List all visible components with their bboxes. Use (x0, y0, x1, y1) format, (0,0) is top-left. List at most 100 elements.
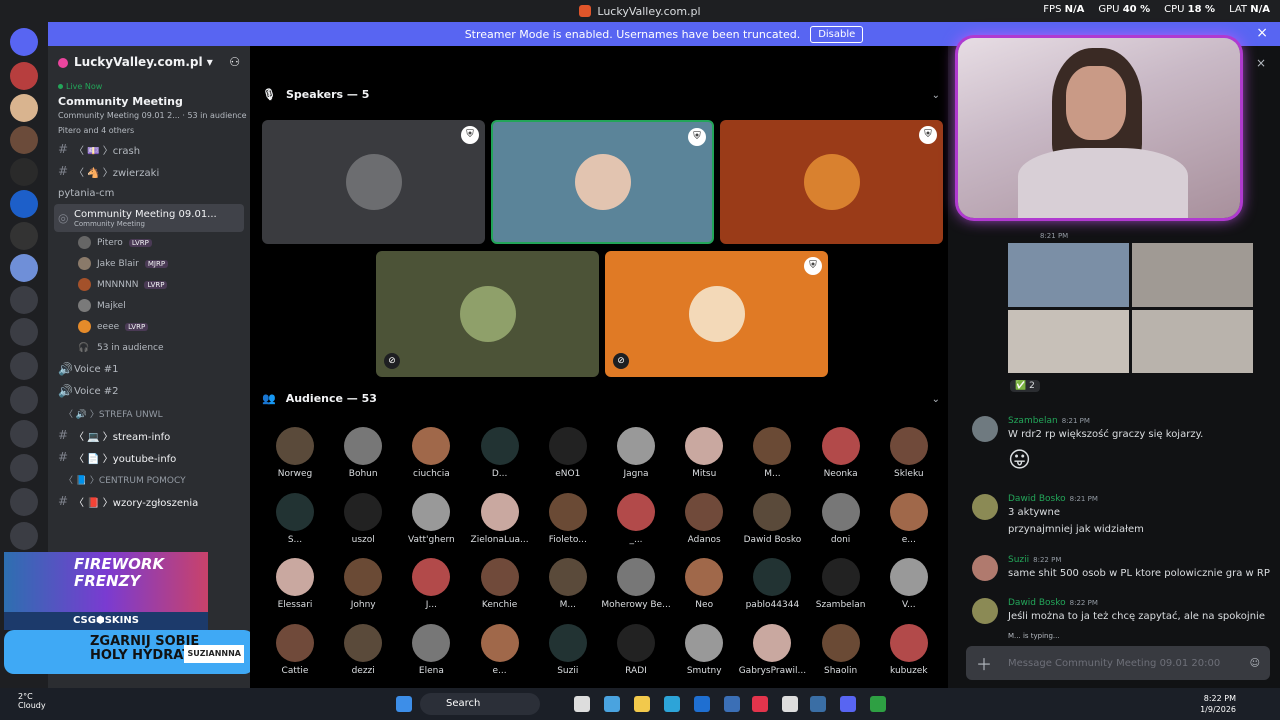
speaker-tile[interactable]: ⛨ (262, 120, 485, 244)
audience-member[interactable]: doni (806, 492, 876, 545)
audience-count[interactable]: 🎧 53 in audience (48, 337, 250, 358)
server-folder-icon[interactable] (10, 420, 38, 448)
emoji-picker-icon[interactable]: ☺ (1250, 658, 1260, 669)
disable-button[interactable]: Disable (810, 25, 864, 43)
audience-member[interactable]: Suzii (533, 623, 603, 676)
audience-member[interactable]: GabrysPrawil... (737, 623, 807, 676)
add-attachment-icon[interactable]: ＋ (976, 651, 992, 675)
audience-member[interactable]: Elessari (260, 558, 330, 610)
audience-member[interactable]: Shaolin (806, 623, 876, 676)
edge-icon[interactable] (664, 696, 680, 712)
audience-member[interactable]: Norweg (260, 427, 330, 479)
file-explorer-icon[interactable] (634, 696, 650, 712)
message-composer[interactable]: ＋ Message Community Meeting 09.01 20:00 … (966, 646, 1270, 680)
steam-icon[interactable] (810, 696, 826, 712)
audience-member[interactable]: V... (874, 558, 944, 610)
server-folder-icon[interactable] (10, 488, 38, 516)
reaction[interactable]: ✅ 2 (1010, 380, 1040, 392)
audience-member[interactable]: pablo44344 (737, 558, 807, 610)
close-chat-icon[interactable]: × (1256, 56, 1266, 70)
audience-member[interactable]: M... (533, 558, 603, 610)
audience-member[interactable]: uszol (328, 492, 398, 545)
channel-item[interactable]: # 〈 🐴 〉zwierzaki (48, 160, 250, 182)
stage-member[interactable]: Pitero LVRP (48, 232, 250, 253)
server-folder-icon[interactable] (10, 454, 38, 482)
audience-member[interactable]: ZielonaLua... (465, 492, 535, 545)
channel-item[interactable]: # 〈 📕 〉wzory-zgłoszenia (48, 490, 250, 512)
store-icon[interactable] (694, 696, 710, 712)
audience-member[interactable]: e... (874, 492, 944, 545)
message-input[interactable]: Message Community Meeting 09.01 20:00 (1008, 658, 1220, 669)
voice-channel[interactable]: 🔊 Voice #1 (48, 358, 250, 380)
opera-icon[interactable] (752, 696, 768, 712)
audience-member[interactable]: RADI (601, 623, 671, 676)
server-icon[interactable] (10, 158, 38, 186)
stage-member[interactable]: eeee LVRP (48, 316, 250, 337)
outlook-icon[interactable] (724, 696, 740, 712)
audience-member[interactable]: Fioleto... (533, 492, 603, 545)
audience-member[interactable]: dezzi (328, 623, 398, 676)
shared-image[interactable] (1008, 243, 1253, 373)
system-clock[interactable]: 8:22 PM 1/9/2026 (1200, 693, 1236, 715)
taskbar-search[interactable]: Search (420, 693, 540, 715)
server-folder-icon[interactable] (10, 318, 38, 346)
audience-member[interactable]: Mitsu (669, 427, 739, 479)
audience-member[interactable]: eNO1 (533, 427, 603, 479)
audience-member[interactable]: Vatt'ghern (396, 492, 466, 545)
event-title[interactable]: Community Meeting (48, 95, 250, 108)
app-icon[interactable] (782, 696, 798, 712)
speaker-tile[interactable]: ⛨ (720, 120, 943, 244)
server-icon[interactable] (10, 190, 38, 218)
audience-member[interactable]: Neonka (806, 427, 876, 479)
audience-member[interactable]: Elena (396, 623, 466, 676)
audience-member[interactable]: S... (260, 492, 330, 545)
speaker-tile[interactable]: ⊘ (376, 251, 599, 377)
channel-item[interactable]: # 〈 📄 〉youtube-info (48, 446, 250, 468)
audience-member[interactable]: _... (601, 492, 671, 545)
active-stage-channel[interactable]: ◎ Community Meeting 09.01... Community Me… (54, 204, 244, 232)
server-icon[interactable] (10, 254, 38, 282)
server-icon[interactable] (10, 222, 38, 250)
category-header[interactable]: 〈 📘 〉CENTRUM POMOCY (48, 468, 250, 490)
audience-member[interactable]: Smutny (669, 623, 739, 676)
channel-item[interactable]: # 〈 💻 〉stream-info (48, 424, 250, 446)
audience-member[interactable]: Adanos (669, 492, 739, 545)
audience-member[interactable]: Kenchie (465, 558, 535, 610)
audience-member[interactable]: Jagna (601, 427, 671, 479)
server-icon[interactable] (10, 62, 38, 90)
stage-member[interactable]: Jake Blair MJRP (48, 253, 250, 274)
audience-member[interactable]: Cattie (260, 623, 330, 676)
discord-home-icon[interactable] (10, 28, 38, 56)
speaker-tile[interactable]: ⛨ ⊘ (605, 251, 828, 377)
audience-member[interactable]: Dawid Bosko (737, 492, 807, 545)
audience-member[interactable]: Neo (669, 558, 739, 610)
copilot-icon[interactable] (604, 696, 620, 712)
audience-member[interactable]: Szambelan (806, 558, 876, 610)
audience-member[interactable]: Bohun (328, 427, 398, 479)
app-icon[interactable] (870, 696, 886, 712)
server-icon[interactable] (10, 126, 38, 154)
speaker-tile-speaking[interactable]: ⛨ (491, 120, 714, 244)
audience-member[interactable]: M... (737, 427, 807, 479)
audience-member[interactable]: Johny (328, 558, 398, 610)
stage-member[interactable]: MNNNNN LVRP (48, 274, 250, 295)
stage-member[interactable]: Majkel (48, 295, 250, 316)
start-button-icon[interactable] (396, 696, 412, 712)
channel-item[interactable]: pytania-cm (48, 182, 250, 204)
discord-icon[interactable] (840, 696, 856, 712)
server-header[interactable]: LuckyValley.com.pl ▾ ⚇ (48, 46, 250, 78)
audience-member[interactable]: Skleku (874, 427, 944, 479)
audience-member[interactable]: e... (465, 623, 535, 676)
server-folder-icon[interactable] (10, 352, 38, 380)
audience-member[interactable]: ciuchcia (396, 427, 466, 479)
audience-member[interactable]: Moherowy Be... (601, 558, 671, 610)
add-member-icon[interactable]: ⚇ (229, 55, 240, 69)
audience-member[interactable]: D... (465, 427, 535, 479)
voice-channel[interactable]: 🔊 Voice #2 (48, 380, 250, 402)
server-folder-icon[interactable] (10, 286, 38, 314)
category-header[interactable]: 〈 🔊 〉STREFA UNWL (48, 402, 250, 424)
server-folder-icon[interactable] (10, 522, 38, 550)
task-view-icon[interactable] (574, 696, 590, 712)
server-folder-icon[interactable] (10, 386, 38, 414)
audience-member[interactable]: J... (396, 558, 466, 610)
